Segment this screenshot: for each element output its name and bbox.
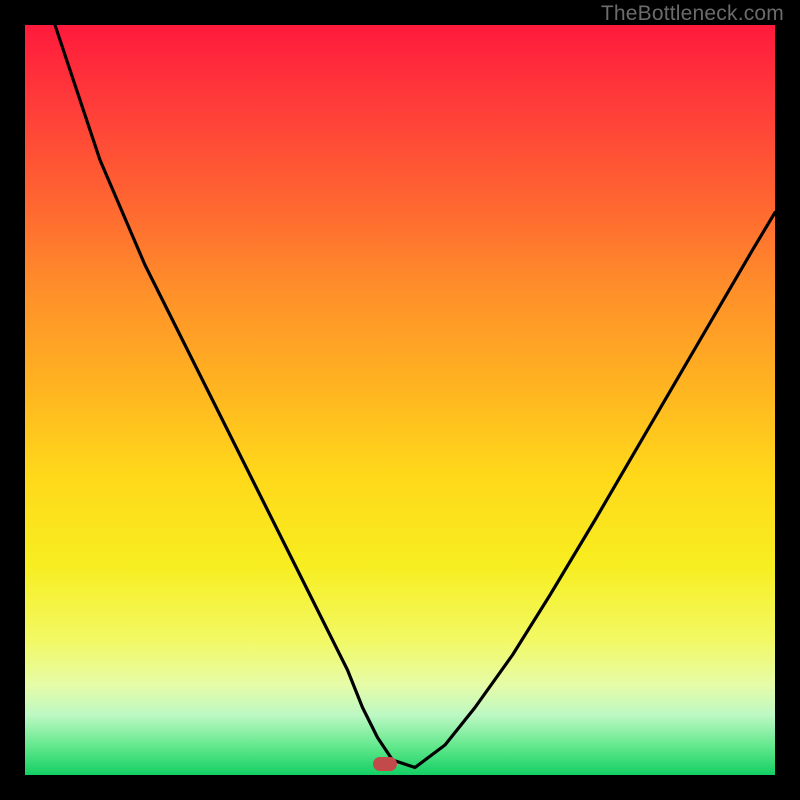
watermark-text: TheBottleneck.com <box>601 2 784 26</box>
chart-frame: TheBottleneck.com <box>0 0 800 800</box>
optimal-point-marker <box>373 757 397 771</box>
bottleneck-curve <box>25 25 775 775</box>
plot-area <box>25 25 775 775</box>
